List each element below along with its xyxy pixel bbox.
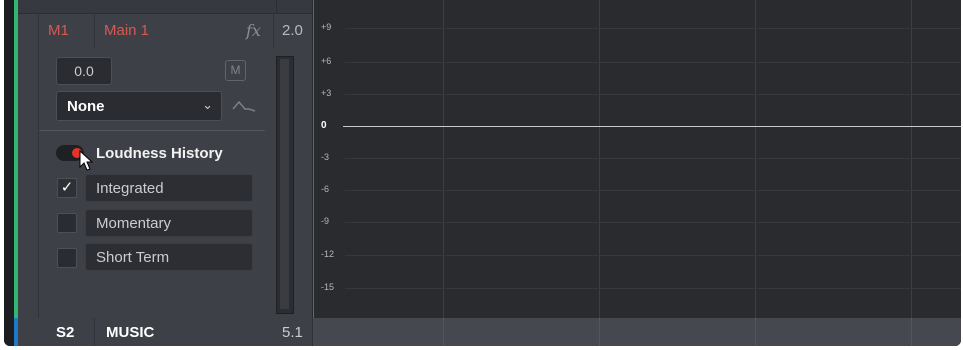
next-track-id: S2 <box>56 324 75 341</box>
loudness-history-graph[interactable]: +9 +6 +3 0 -3 -6 -9 -12 -15 <box>313 0 961 346</box>
y-tick-label: -6 <box>321 184 330 194</box>
y-tick-label: +3 <box>321 88 332 98</box>
fx-button[interactable]: fx <box>246 21 261 40</box>
fairlight-track-window: M1 Main 1 fx 2.0 0.0 M None ⌄ Loudness H… <box>4 0 961 346</box>
short-term-checkbox[interactable] <box>57 248 77 268</box>
y-tick-label: 0 <box>321 120 327 131</box>
automation-dropdown[interactable]: None ⌄ <box>56 91 222 121</box>
track-header-panel: M1 Main 1 fx 2.0 0.0 M None ⌄ Loudness H… <box>18 0 313 318</box>
y-tick-label: -15 <box>321 282 335 292</box>
playhead-line[interactable] <box>313 0 314 346</box>
y-tick-label: +9 <box>321 22 332 32</box>
volume-field[interactable]: 0.0 <box>56 57 112 85</box>
momentary-option[interactable]: Momentary <box>85 209 253 237</box>
y-tick-label: -9 <box>321 216 330 226</box>
zero-reference-line <box>343 126 961 127</box>
track-title-row[interactable]: M1 Main 1 fx 2.0 <box>18 14 312 48</box>
mute-button[interactable]: M <box>225 60 246 81</box>
next-track-channel-format: 5.1 <box>282 324 303 341</box>
loudness-history-label: Loudness History <box>96 145 223 162</box>
integrated-option[interactable]: Integrated <box>85 174 253 202</box>
previous-track-edge <box>18 0 312 14</box>
section-divider <box>39 130 265 131</box>
y-tick-label: +6 <box>321 56 332 66</box>
next-track-header[interactable]: S2 MUSIC 5.1 <box>18 318 312 346</box>
automation-dropdown-value: None <box>67 98 105 115</box>
next-track-row[interactable]: S2 MUSIC 5.1 <box>18 318 961 346</box>
automation-curve-icon[interactable] <box>231 97 257 115</box>
chevron-down-icon: ⌄ <box>202 97 213 112</box>
momentary-label: Momentary <box>96 215 172 232</box>
short-term-label: Short Term <box>96 249 170 266</box>
y-tick-label: -12 <box>321 249 335 259</box>
integrated-label: Integrated <box>96 180 164 197</box>
short-term-option[interactable]: Short Term <box>85 243 253 271</box>
channel-format: 2.0 <box>282 22 303 39</box>
next-track-lane[interactable] <box>313 318 961 346</box>
y-tick-label: -3 <box>321 152 330 162</box>
track-level-meter <box>276 56 294 314</box>
next-track-name[interactable]: MUSIC <box>106 324 154 341</box>
momentary-checkbox[interactable] <box>57 213 77 233</box>
mouse-pointer-icon <box>79 150 94 171</box>
track-id: M1 <box>48 22 69 39</box>
integrated-checkbox[interactable]: ✓ <box>57 178 77 198</box>
left-gutter <box>4 0 14 346</box>
track-name[interactable]: Main 1 <box>104 22 149 39</box>
